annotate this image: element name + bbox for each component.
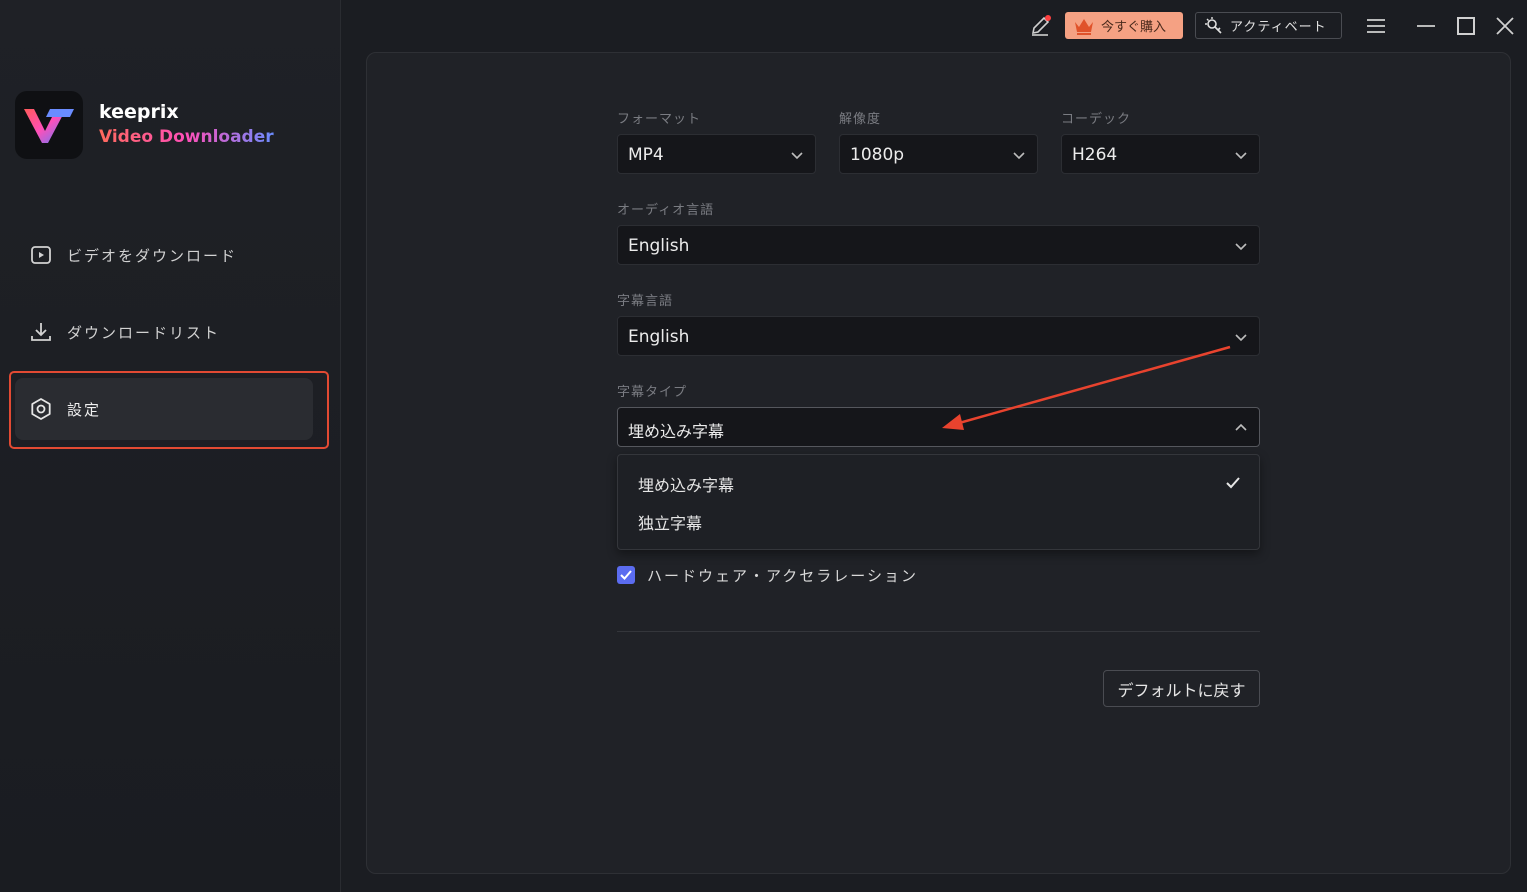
subtitle-language-label: 字幕言語 xyxy=(617,294,674,309)
chevron-down-icon xyxy=(1235,152,1247,160)
annotation-arrow xyxy=(942,345,1231,430)
hardware-acceleration-checkbox[interactable] xyxy=(617,566,635,584)
checkmark-icon xyxy=(1226,477,1240,489)
format-select[interactable]: MP4 xyxy=(617,134,816,174)
audio-language-value: English xyxy=(628,236,690,256)
sidebar: keeprix Video Downloader ビデオをダウンロード ダウンロ… xyxy=(0,0,341,892)
key-icon xyxy=(1205,16,1222,34)
app-logo xyxy=(15,91,83,159)
codec-label: コーデック xyxy=(1061,112,1132,127)
codec-value: H264 xyxy=(1072,145,1118,165)
codec-select[interactable]: H264 xyxy=(1061,134,1260,174)
close-icon[interactable] xyxy=(1493,14,1517,38)
crown-icon xyxy=(1075,18,1093,35)
chevron-down-icon xyxy=(791,152,803,160)
resolution-label: 解像度 xyxy=(839,112,882,127)
dropdown-option-embedded[interactable]: 埋め込み字幕 xyxy=(638,472,734,496)
settings-highlight-box xyxy=(9,371,329,449)
sidebar-item-label: ダウンロードリスト xyxy=(67,324,221,342)
subtitle-language-value: English xyxy=(628,327,690,347)
menu-icon[interactable] xyxy=(1364,14,1388,38)
checkmark-icon xyxy=(620,570,632,580)
subtitle-type-dropdown: 埋め込み字幕 独立字幕 xyxy=(617,454,1260,550)
sidebar-item-label: ビデオをダウンロード xyxy=(67,247,238,265)
audio-language-label: オーディオ言語 xyxy=(617,203,715,218)
download-icon xyxy=(31,323,51,341)
activate-button[interactable]: アクティベート xyxy=(1195,12,1342,39)
audio-language-select[interactable]: English xyxy=(617,225,1260,265)
feedback-icon[interactable] xyxy=(1028,14,1052,38)
format-value: MP4 xyxy=(628,145,664,165)
hardware-acceleration-label: ハードウェア・アクセラレーション xyxy=(647,567,918,585)
sidebar-item-download-list[interactable]: ダウンロードリスト xyxy=(15,301,313,363)
buy-now-button[interactable]: 今すぐ購入 xyxy=(1065,12,1183,39)
chevron-down-icon xyxy=(1235,243,1247,251)
buy-now-label: 今すぐ購入 xyxy=(1101,20,1167,35)
chevron-down-icon xyxy=(1013,152,1025,160)
format-label: フォーマット xyxy=(617,112,702,127)
sidebar-item-download-video[interactable]: ビデオをダウンロード xyxy=(15,224,313,286)
subtitle-type-label: 字幕タイプ xyxy=(617,385,688,400)
dropdown-option-separate[interactable]: 独立字幕 xyxy=(638,510,702,534)
resolution-value: 1080p xyxy=(850,145,905,165)
minimize-icon[interactable] xyxy=(1414,14,1438,38)
subtitle-type-value: 埋め込み字幕 xyxy=(628,422,725,441)
play-icon xyxy=(31,246,51,264)
activate-label: アクティベート xyxy=(1230,20,1327,35)
divider xyxy=(617,631,1260,632)
brand-name: keeprix xyxy=(99,101,179,123)
brand-subtitle: Video Downloader xyxy=(99,127,274,147)
logo-icon xyxy=(24,109,74,143)
resolution-select[interactable]: 1080p xyxy=(839,134,1038,174)
reset-default-button[interactable]: デフォルトに戻す xyxy=(1103,670,1260,707)
maximize-icon[interactable] xyxy=(1454,14,1478,38)
reset-default-label: デフォルトに戻す xyxy=(1117,680,1246,700)
